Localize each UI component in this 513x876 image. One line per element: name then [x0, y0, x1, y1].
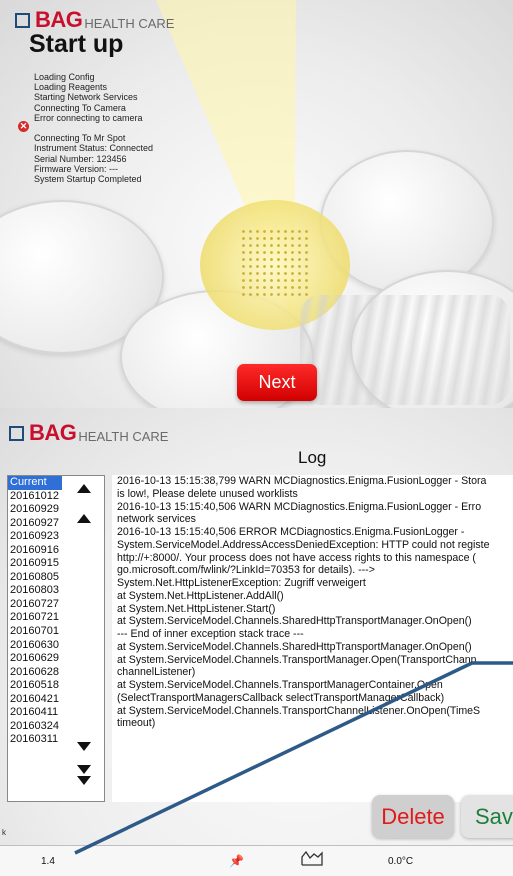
- error-icon: ✕: [18, 121, 29, 132]
- log-line: 2016-10-13 15:15:40,506 WARN MCDiagnosti…: [117, 500, 482, 513]
- date-list-item[interactable]: 20160927: [8, 517, 62, 531]
- log-line: timeout): [117, 717, 156, 730]
- date-list-item[interactable]: 20160929: [8, 503, 62, 517]
- date-list-item[interactable]: 20160803: [8, 584, 62, 598]
- date-list-item[interactable]: 20160721: [8, 611, 62, 625]
- date-list-item[interactable]: 20160421: [8, 693, 62, 707]
- log-line: 2016-10-13 15:15:40,506 ERROR MCDiagnost…: [117, 526, 465, 538]
- status-line-error: Error connecting to camera: [34, 112, 143, 123]
- log-line: at System.ServiceModel.Channels.SharedHt…: [117, 615, 472, 628]
- delete-button[interactable]: Delete: [372, 795, 454, 838]
- log-line: is low!, Please delete unused worklists: [117, 487, 298, 500]
- status-line: Connecting To Mr Spot: [34, 133, 126, 144]
- status-bar: 1.4 📌 0.0°C: [0, 845, 513, 876]
- log-line: at System.ServiceModel.Channels.Transpor…: [117, 679, 443, 691]
- log-line: at System.Net.HttpListener.Start(): [117, 602, 276, 615]
- date-list-item[interactable]: 20160630: [8, 639, 62, 653]
- startup-screen: BAG HEALTH CARE Start up Loading Config …: [0, 0, 513, 408]
- date-list-item[interactable]: 20160915: [8, 557, 62, 571]
- date-list-item[interactable]: 20160518: [8, 679, 62, 693]
- date-list-item[interactable]: 20160916: [8, 544, 62, 558]
- page-title: Start up: [29, 30, 124, 58]
- log-line: 2016-10-13 15:15:38,799 WARN MCDiagnosti…: [117, 475, 487, 487]
- startup-status-list: Loading Config Loading Reagents Starting…: [34, 72, 153, 184]
- edge-text: k: [2, 828, 6, 837]
- test-tubes: [300, 295, 510, 405]
- microplate-wells: [240, 228, 310, 298]
- log-line: at System.ServiceModel.Channels.Transpor…: [117, 653, 477, 666]
- status-line: Connecting To Camera: [34, 102, 126, 113]
- date-list-item[interactable]: 20160701: [8, 625, 62, 639]
- log-screen: BAG HEALTH CARE Log Current 20161012 201…: [0, 408, 513, 876]
- version-value: 1.4: [41, 856, 55, 867]
- log-line: (SelectTransportManagersCallback selectT…: [117, 691, 445, 704]
- scroll-up-icon[interactable]: [77, 484, 91, 493]
- status-line: Serial Number: 123456: [34, 153, 127, 164]
- log-line: at System.ServiceModel.Channels.Transpor…: [117, 704, 481, 717]
- log-title: Log: [298, 448, 327, 467]
- log-line: http://+:8000/. Your process does not ha…: [117, 551, 476, 564]
- date-list-item[interactable]: 20160628: [8, 666, 62, 680]
- status-line: Starting Network Services: [34, 92, 138, 103]
- log-line: network services: [117, 513, 196, 526]
- date-list-item[interactable]: 20160727: [8, 598, 62, 612]
- logo-square-icon: [9, 425, 24, 441]
- scroll-down-icon[interactable]: [77, 765, 91, 774]
- status-line: Loading Config: [34, 72, 95, 82]
- log-line: channelListener): [117, 666, 196, 679]
- logo-square-icon: [15, 12, 30, 28]
- status-line: Instrument Status: Connected: [34, 143, 154, 154]
- log-line: System.ServiceModel.AddressAccessDeniedE…: [117, 538, 490, 551]
- company-logo: BAG HEALTH CARE: [9, 420, 168, 446]
- scroll-down-icon[interactable]: [77, 776, 91, 785]
- page-up-icon[interactable]: [77, 514, 91, 523]
- save-button[interactable]: Sav: [461, 795, 513, 838]
- logo-bag: BAG: [29, 420, 77, 445]
- date-list-item[interactable]: 20160411: [8, 706, 62, 720]
- status-line-spacer: [34, 123, 153, 133]
- log-content[interactable]: 2016-10-13 15:15:38,799 WARN MCDiagnosti…: [112, 475, 513, 802]
- logo-healthcare: HEALTH CARE: [78, 428, 169, 444]
- log-line: --- End of inner exception stack trace -…: [117, 628, 304, 640]
- log-date-list[interactable]: Current 20161012 20160929 20160927 20160…: [7, 475, 105, 802]
- log-line: go.microsoft.com/fwlink/?LinkId=70353 fo…: [117, 564, 375, 577]
- date-list-item[interactable]: 20160923: [8, 530, 62, 544]
- log-line: at System.Net.HttpListener.AddAll(): [117, 589, 284, 602]
- date-list-item[interactable]: 20160805: [8, 571, 62, 585]
- date-list-item[interactable]: 20160324: [8, 720, 62, 734]
- date-list-item[interactable]: 20161012: [8, 490, 62, 504]
- date-list-item-current[interactable]: Current: [8, 476, 62, 490]
- status-line: Firmware Version: ---: [34, 163, 119, 174]
- logo-healthcare: HEALTH CARE: [84, 15, 175, 31]
- next-button[interactable]: Next: [237, 364, 317, 401]
- log-line: at System.ServiceModel.Channels.SharedHt…: [117, 640, 472, 653]
- log-line: System.Net.HttpListenerException: Zugrif…: [117, 577, 366, 589]
- status-line: System Startup Completed: [34, 173, 142, 184]
- page-down-icon[interactable]: [77, 742, 91, 751]
- pin-icon[interactable]: 📌: [229, 854, 244, 868]
- status-line: Loading Reagents: [34, 82, 108, 93]
- date-list-item[interactable]: 20160311: [8, 733, 62, 747]
- temperature-value: 0.0°C: [388, 856, 414, 867]
- date-list-item[interactable]: 20160629: [8, 652, 62, 666]
- chart-icon[interactable]: [301, 849, 323, 867]
